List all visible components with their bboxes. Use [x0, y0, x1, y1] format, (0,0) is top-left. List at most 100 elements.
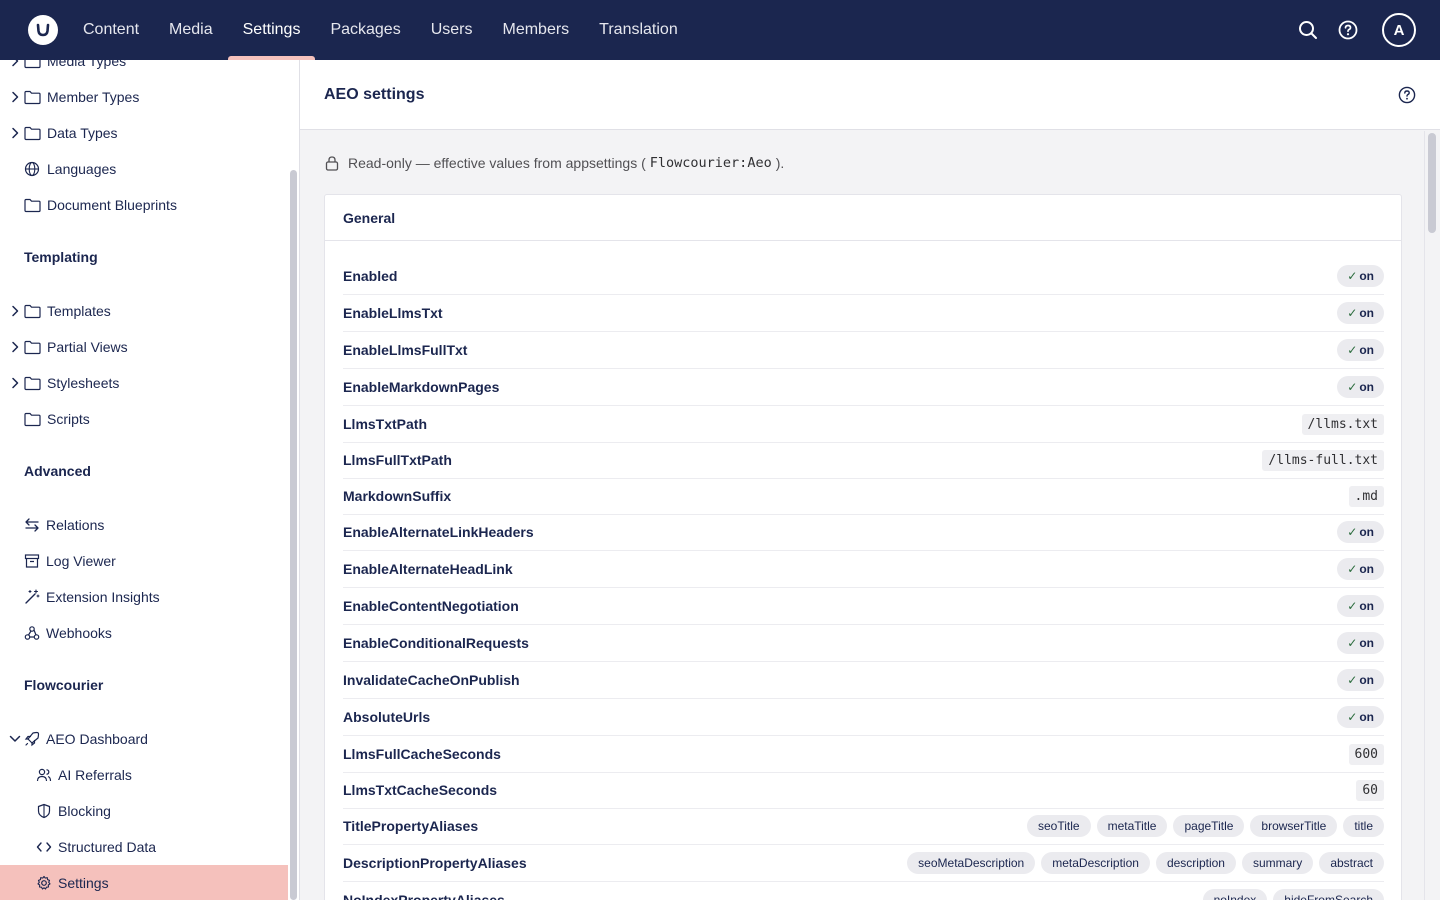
nav-tab-users[interactable]: Users: [416, 0, 488, 60]
main-scrollbar[interactable]: [1428, 133, 1436, 233]
setting-row-enablealternateheadlink: EnableAlternateHeadLink ✓ on: [343, 551, 1384, 588]
section-heading-flowcourier: Flowcourier: [24, 677, 104, 693]
check-icon: ✓: [1347, 599, 1358, 613]
sidebar-item-scripts[interactable]: Scripts: [0, 401, 288, 437]
nav-tab-settings[interactable]: Settings: [227, 0, 316, 60]
chevron-right-icon[interactable]: [9, 377, 21, 389]
setting-row-enablellmsfulltxt: EnableLlmsFullTxt ✓ on: [343, 332, 1384, 369]
check-icon: ✓: [1347, 636, 1358, 650]
sidebar-item-label: Data Types: [47, 125, 118, 141]
alias-tags: seoTitle metaTitle pageTitle browserTitle ti…: [1027, 815, 1384, 837]
section-heading-templating: Templating: [24, 249, 98, 265]
sidebar-item-document-blueprints[interactable]: Document Blueprints: [0, 187, 288, 223]
section-heading-advanced: Advanced: [24, 463, 91, 479]
setting-row-titlepropertyaliases: TitlePropertyAliases seoTitle metaTitle pag…: [343, 808, 1384, 845]
status-badge: ✓ on: [1337, 558, 1384, 580]
setting-key: NoIndexPropertyAliases: [343, 892, 505, 900]
sidebar-item-relations[interactable]: Relations: [0, 507, 288, 543]
umbraco-logo[interactable]: [28, 15, 58, 45]
sidebar-item-label: Stylesheets: [47, 375, 120, 391]
nav-tab-packages[interactable]: Packages: [315, 0, 415, 60]
help-icon[interactable]: [1336, 18, 1360, 42]
help-icon[interactable]: [1398, 86, 1416, 104]
setting-key: TitlePropertyAliases: [343, 818, 479, 834]
sidebar-item-media-types[interactable]: Media Types: [0, 60, 288, 79]
setting-key: Enabled: [343, 268, 398, 284]
sidebar-item-label: Extension Insights: [46, 589, 160, 605]
setting-key: LlmsFullTxtPath: [343, 452, 452, 468]
status-label: on: [1359, 599, 1374, 613]
nav-tab-content[interactable]: Content: [68, 0, 154, 60]
setting-value: .md: [1348, 485, 1384, 507]
check-icon: ✓: [1347, 562, 1358, 576]
nav-tab-translation[interactable]: Translation: [584, 0, 693, 60]
status-label: on: [1359, 380, 1374, 394]
sidebar-item-templates[interactable]: Templates: [0, 293, 288, 329]
sidebar-item-label: Member Types: [47, 89, 140, 105]
setting-key: MarkdownSuffix: [343, 488, 452, 504]
setting-key: AbsoluteUrls: [343, 709, 431, 725]
sidebar-item-settings[interactable]: Settings: [0, 865, 288, 900]
sidebar-item-data-types[interactable]: Data Types: [0, 115, 288, 151]
lock-icon: [325, 156, 339, 171]
chevron-right-icon[interactable]: [9, 60, 21, 67]
sidebar-item-label: Blocking: [58, 803, 111, 819]
setting-row-enableconditionalrequests: EnableConditionalRequests ✓ on: [343, 625, 1384, 662]
chevron-right-icon[interactable]: [9, 127, 21, 139]
sidebar-item-partial-views[interactable]: Partial Views: [0, 329, 288, 365]
chevron-right-icon[interactable]: [9, 305, 21, 317]
check-icon: ✓: [1347, 269, 1358, 283]
status-label: on: [1359, 343, 1374, 357]
alias-tag: seoTitle: [1027, 815, 1091, 837]
code-icon: [35, 838, 53, 856]
chevron-right-icon[interactable]: [9, 91, 21, 103]
gear-icon: [35, 874, 53, 892]
folder-icon: [23, 60, 41, 70]
sidebar-item-structured-data[interactable]: Structured Data: [0, 829, 288, 865]
setting-row-noindexpropertyaliases: NoIndexPropertyAliases noIndex hideFromSea…: [343, 882, 1384, 900]
setting-key: EnableMarkdownPages: [343, 379, 500, 395]
alias-tag: browserTitle: [1250, 815, 1338, 837]
chevron-down-icon[interactable]: [9, 733, 21, 745]
sidebar-item-webhooks[interactable]: Webhooks: [0, 615, 288, 651]
setting-row-enablealternatelinkheaders: EnableAlternateLinkHeaders ✓ on: [343, 514, 1384, 551]
sidebar-item-ai-referrals[interactable]: AI Referrals: [0, 757, 288, 793]
sidebar-item-extension-insights[interactable]: Extension Insights: [0, 579, 288, 615]
sidebar-item-label: Templates: [47, 303, 111, 319]
sidebar-item-member-types[interactable]: Member Types: [0, 79, 288, 115]
setting-row-enablemarkdownpages: EnableMarkdownPages ✓ on: [343, 369, 1384, 406]
sidebar-item-label: Settings: [58, 875, 109, 891]
users-icon: [35, 766, 53, 784]
sidebar-item-languages[interactable]: Languages: [0, 151, 288, 187]
nav-tab-members[interactable]: Members: [487, 0, 584, 60]
setting-key: EnableLlmsFullTxt: [343, 342, 468, 358]
setting-row-enablecontentnegotiation: EnableContentNegotiation ✓ on: [343, 588, 1384, 625]
readonly-text: Read-only — effective values from appset…: [348, 155, 646, 171]
chevron-right-icon[interactable]: [9, 341, 21, 353]
status-label: on: [1359, 525, 1374, 539]
sidebar-item-aeo-dashboard[interactable]: AEO Dashboard: [0, 721, 288, 757]
settings-sidebar: Media Types Member Types Data Types Languag…: [0, 60, 300, 900]
nav-tab-media[interactable]: Media: [154, 0, 228, 60]
check-icon: ✓: [1347, 343, 1358, 357]
page-title: AEO settings: [324, 86, 425, 103]
setting-row-descriptionpropertyaliases: DescriptionPropertyAliases seoMetaDescrip…: [343, 845, 1384, 882]
status-badge: ✓ on: [1337, 376, 1384, 398]
setting-key: DescriptionPropertyAliases: [343, 855, 527, 871]
search-icon[interactable]: [1296, 18, 1320, 42]
sidebar-item-blocking[interactable]: Blocking: [0, 793, 288, 829]
setting-key: InvalidateCacheOnPublish: [343, 672, 520, 688]
setting-row-markdownsuffix: MarkdownSuffix .md: [343, 478, 1384, 515]
sidebar-item-label: Document Blueprints: [47, 197, 177, 213]
sidebar-item-log-viewer[interactable]: Log Viewer: [0, 543, 288, 579]
sidebar-scrollbar[interactable]: [290, 170, 297, 900]
main-nav: Content Media Settings Packages Users Members…: [68, 0, 693, 60]
webhook-icon: [23, 624, 41, 642]
user-avatar[interactable]: A: [1382, 13, 1416, 47]
check-icon: ✓: [1347, 525, 1358, 539]
setting-key: EnableContentNegotiation: [343, 598, 519, 614]
status-badge: ✓ on: [1337, 669, 1384, 691]
sidebar-item-label: Log Viewer: [46, 553, 116, 569]
sidebar-item-stylesheets[interactable]: Stylesheets: [0, 365, 288, 401]
main-scroll-track: [1424, 131, 1440, 900]
